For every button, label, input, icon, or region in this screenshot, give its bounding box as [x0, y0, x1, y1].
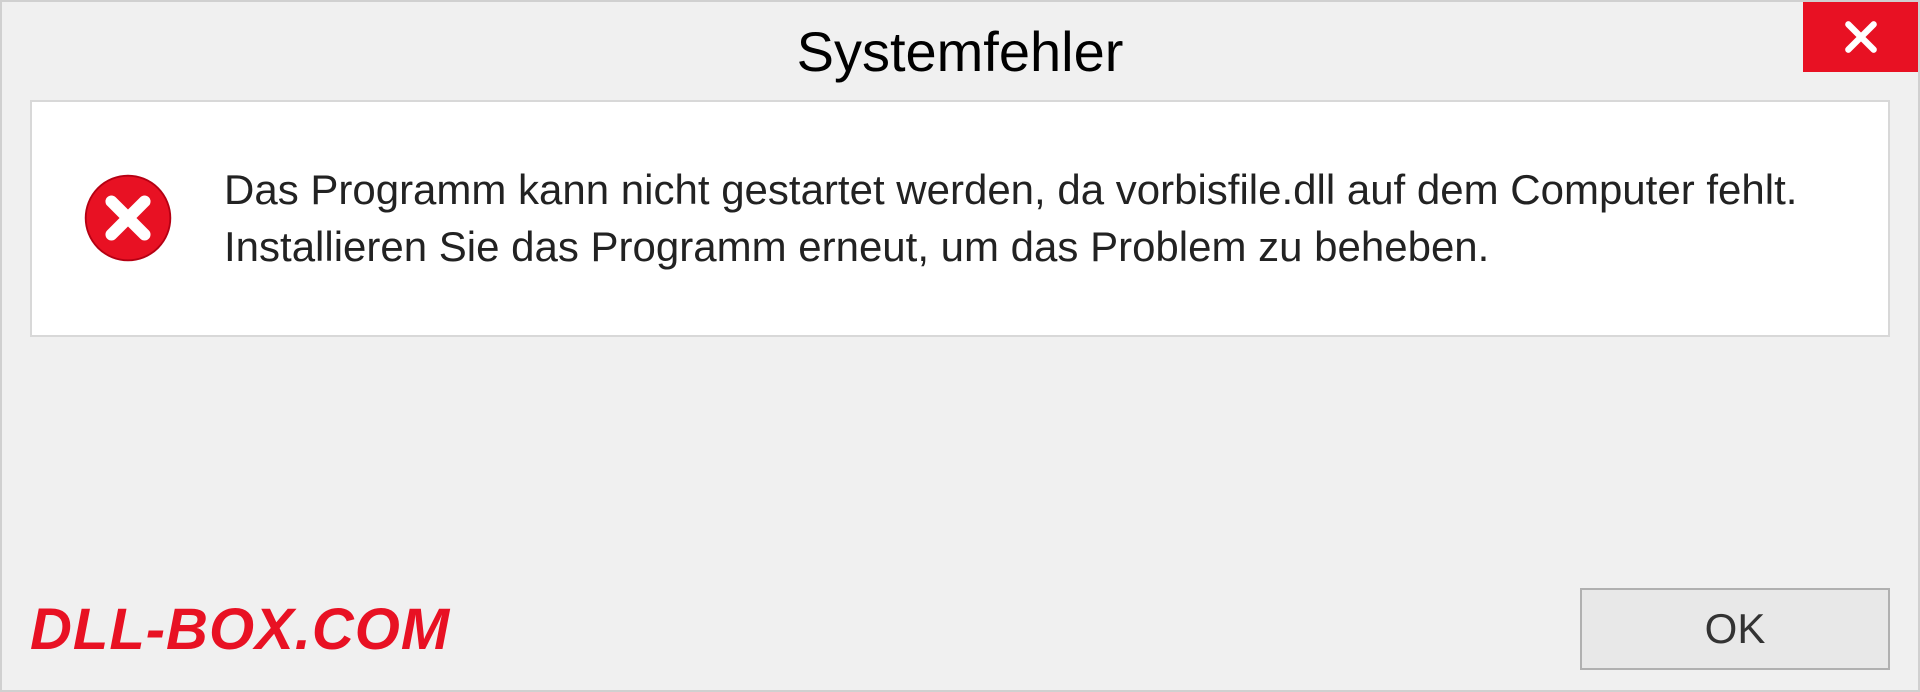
ok-button-label: OK [1705, 605, 1766, 653]
dialog-title: Systemfehler [797, 19, 1124, 84]
dialog-footer: DLL-BOX.COM OK [30, 588, 1890, 670]
close-icon [1842, 18, 1880, 56]
titlebar: Systemfehler [2, 2, 1918, 100]
close-button[interactable] [1803, 2, 1918, 72]
error-icon [82, 172, 174, 264]
content-panel: Das Programm kann nicht gestartet werden… [30, 100, 1890, 337]
watermark-text: DLL-BOX.COM [30, 596, 450, 663]
error-dialog: Systemfehler Das Programm kann nicht ges… [0, 0, 1920, 692]
error-message: Das Programm kann nicht gestartet werden… [224, 162, 1838, 275]
error-icon-wrapper [82, 162, 174, 269]
ok-button[interactable]: OK [1580, 588, 1890, 670]
